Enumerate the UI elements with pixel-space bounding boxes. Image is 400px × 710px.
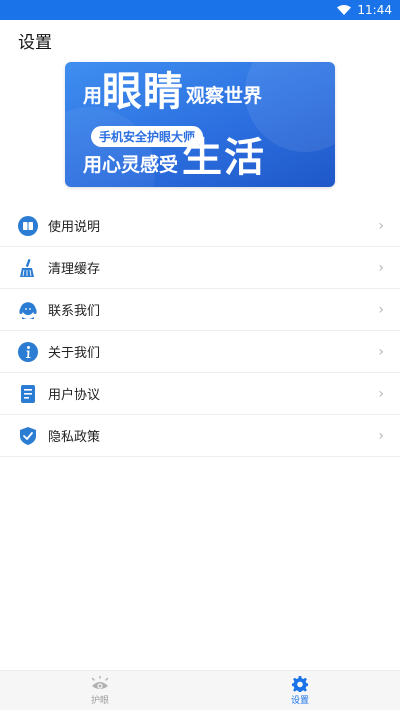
banner-line1: 用 眼睛 观察世界 [83,69,263,115]
menu-item-user-agreement[interactable]: 用户协议 › [0,373,400,415]
menu-item-about-us[interactable]: 关于我们 › [0,331,400,373]
menu-item-privacy-policy[interactable]: 隐私政策 › [0,415,400,457]
chevron-right-icon: › [378,301,384,318]
headset-icon [18,300,38,320]
status-time: 11:44 [357,3,392,17]
settings-menu: 使用说明 › 清理缓存 › 联系我们 › 关于我们 › 用户协议 › 隐私政策 [0,205,400,457]
menu-item-label: 隐私政策 [48,430,101,445]
wifi-icon [337,5,352,15]
document-icon [18,384,38,404]
banner-line3: 用心灵感受 生活 [83,135,267,181]
eye-icon [91,675,109,689]
bottom-tab-bar: 护眼 设置 [0,670,400,710]
menu-item-label: 清理缓存 [48,262,101,277]
chevron-right-icon: › [378,259,384,276]
status-bar: 11:44 [0,0,400,20]
menu-item-label: 使用说明 [48,220,101,235]
chevron-right-icon: › [378,385,384,402]
info-icon [18,341,38,362]
menu-item-label: 用户协议 [48,388,101,403]
tab-label: 护眼 [90,695,109,706]
book-icon [18,215,38,236]
promo-banner: 用 眼睛 观察世界 手机安全护眼大师 用心灵感受 生活 [65,62,335,187]
gear-icon [292,675,308,692]
menu-item-instructions[interactable]: 使用说明 › [0,205,400,247]
menu-item-clear-cache[interactable]: 清理缓存 › [0,247,400,289]
menu-item-contact-us[interactable]: 联系我们 › [0,289,400,331]
chevron-right-icon: › [378,427,384,444]
tab-eye-care[interactable]: 护眼 [0,671,200,710]
menu-item-label: 联系我们 [48,304,101,319]
tab-settings[interactable]: 设置 [200,671,400,710]
chevron-right-icon: › [378,343,384,360]
page-title: 设置 [18,32,52,53]
chevron-right-icon: › [378,217,384,234]
shield-icon [18,426,38,446]
broom-icon [18,258,38,278]
menu-item-label: 关于我们 [48,346,101,361]
page-header: 设置 [0,20,400,60]
tab-label: 设置 [290,695,309,706]
